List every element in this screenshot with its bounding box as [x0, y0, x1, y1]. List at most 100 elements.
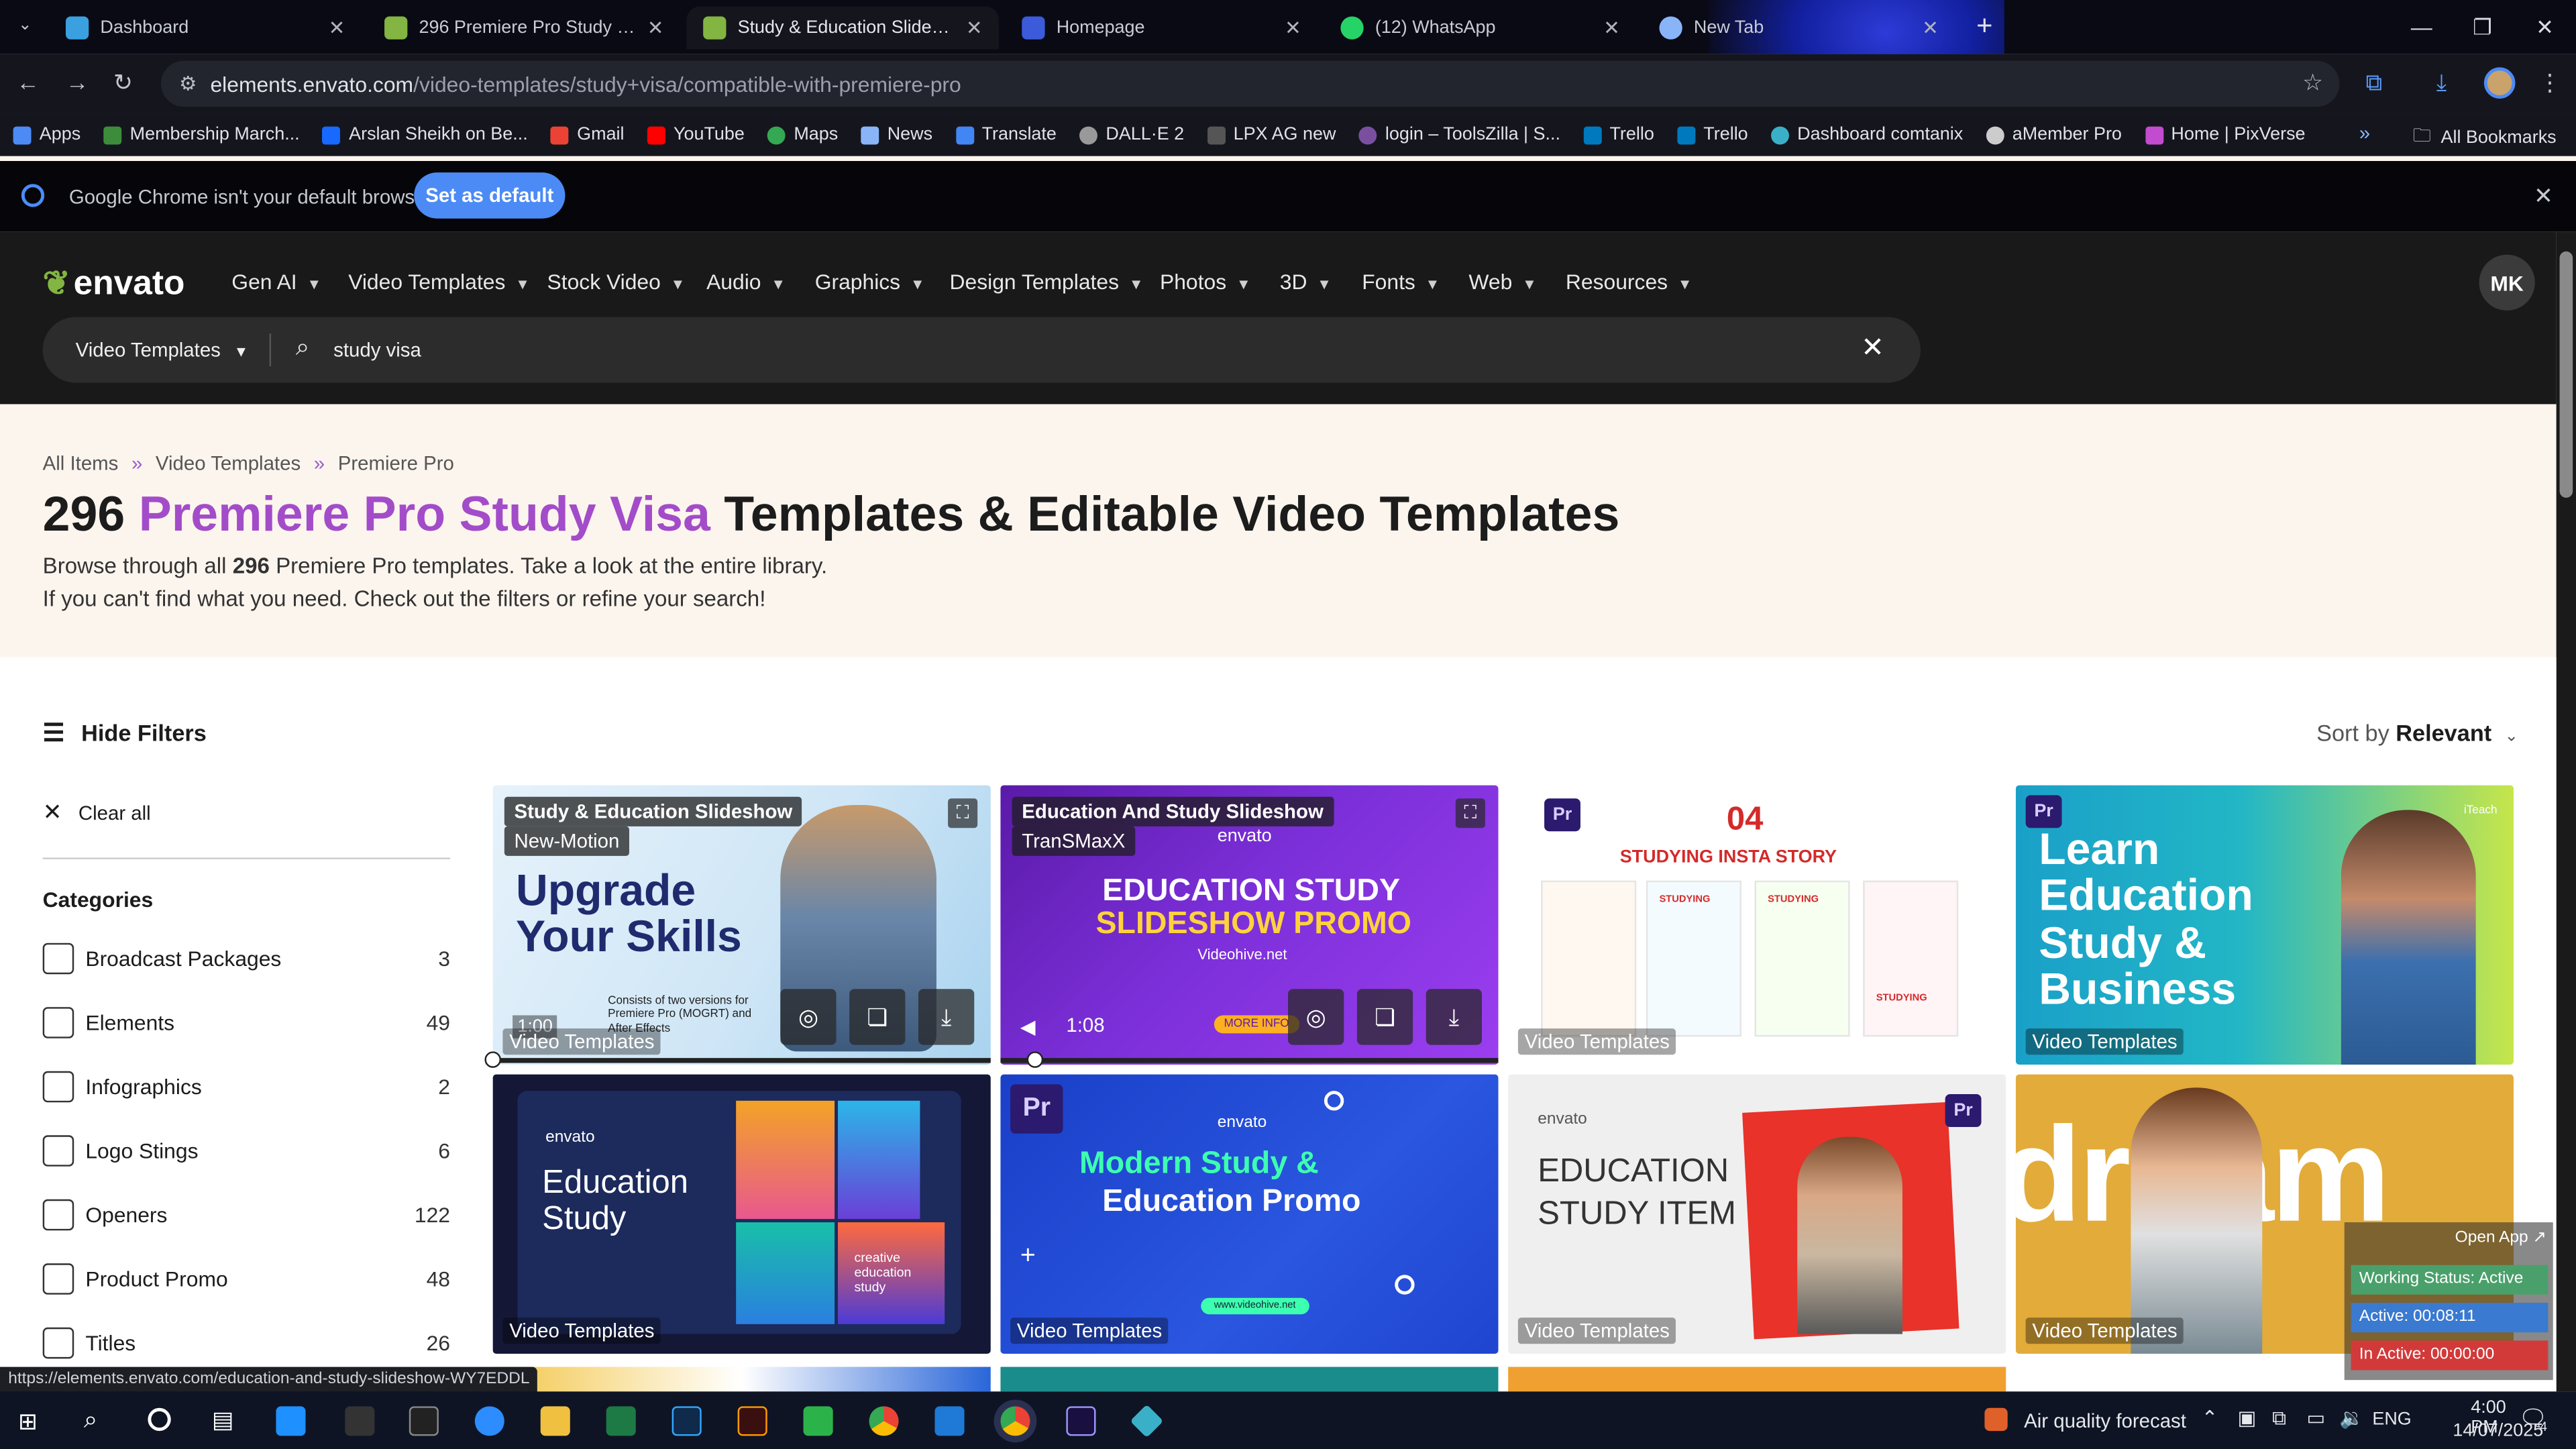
add-to-collection-icon[interactable]: ◎ [780, 989, 837, 1045]
restore-icon[interactable]: ❐ [2451, 0, 2514, 54]
volume-icon[interactable]: 🔉 [2339, 1406, 2364, 1429]
template-card-modern-study-education-promo[interactable]: Pr envato Modern Study & Education Promo… [1000, 1074, 1499, 1354]
clear-all-button[interactable]: ✕ Clear all [43, 798, 151, 826]
photoshop-icon[interactable] [672, 1406, 702, 1436]
menu-audio[interactable]: Audio ▼ [706, 270, 786, 294]
category-titles[interactable]: Titles 26 [42, 1327, 450, 1360]
category-infographics[interactable]: Infographics 2 [42, 1071, 450, 1104]
checkbox[interactable] [42, 1199, 74, 1231]
bookmark-icon[interactable]: ❏ [849, 989, 906, 1045]
template-card-education-study[interactable]: envato Education Study creative educatio… [492, 1074, 991, 1354]
search-category-select[interactable]: Video Templates ▼ [76, 338, 249, 361]
file-explorer-icon[interactable] [540, 1406, 570, 1436]
template-card-education-study-slideshow[interactable]: Education And Study Slideshow TranSMaxX … [1000, 785, 1499, 1065]
menu-gen-ai[interactable]: Gen AI ▼ [231, 270, 321, 294]
video-progress-bar[interactable] [1000, 1051, 1499, 1068]
checkbox[interactable] [42, 1071, 74, 1103]
menu-fonts[interactable]: Fonts ▼ [1362, 270, 1440, 294]
chrome-active-icon[interactable] [1000, 1406, 1030, 1436]
menu-graphics[interactable]: Graphics ▼ [815, 270, 925, 294]
bookmark-trello-1[interactable]: Trello [1583, 125, 1654, 145]
breadcrumb-video-templates[interactable]: Video Templates [156, 451, 301, 474]
scrollbar-thumb[interactable] [2559, 251, 2573, 498]
illustrator-icon[interactable] [737, 1406, 767, 1436]
bookmark-arslan[interactable]: Arslan Sheikh on Be... [322, 125, 528, 145]
category-logo-stings[interactable]: Logo Stings 6 [42, 1135, 450, 1168]
checkbox[interactable] [42, 1263, 74, 1295]
bookmark-dalle[interactable]: DALL·E 2 [1079, 125, 1184, 145]
menu-stock-video[interactable]: Stock Video ▼ [547, 270, 686, 294]
tab-whatsapp[interactable]: (12) WhatsApp ✕ [1324, 7, 1636, 50]
fullscreen-icon[interactable]: ⛶ [948, 798, 978, 828]
hide-filters-button[interactable]: ☰ Hide Filters [43, 718, 207, 748]
menu-photos[interactable]: Photos ▼ [1160, 270, 1251, 294]
app-diamond-icon[interactable] [1130, 1404, 1164, 1438]
menu-web[interactable]: Web ▼ [1468, 270, 1536, 294]
checkbox[interactable] [42, 1135, 74, 1167]
fullscreen-icon[interactable]: ⛶ [1455, 798, 1485, 828]
close-tab-icon[interactable]: ✕ [1603, 16, 1620, 39]
progress-knob[interactable] [484, 1051, 501, 1068]
profile-avatar[interactable] [2483, 67, 2516, 99]
category-openers[interactable]: Openers 122 [42, 1199, 450, 1232]
open-app-link[interactable]: Open App ↗ [2455, 1229, 2546, 1247]
bookmark-icon[interactable]: ❏ [1356, 989, 1413, 1045]
bookmark-translate[interactable]: Translate [955, 125, 1057, 145]
checkbox[interactable] [42, 943, 74, 975]
windows-start-icon[interactable]: ⊞ [18, 1408, 38, 1436]
bookmark-amember[interactable]: aMember Pro [1986, 125, 2122, 145]
progress-knob[interactable] [1026, 1051, 1044, 1068]
bookmark-membership[interactable]: Membership March... [103, 125, 300, 145]
checkbox[interactable] [42, 1327, 74, 1359]
bookmark-comtanix[interactable]: Dashboard comtanix [1770, 125, 1963, 145]
template-card-studying-insta-story[interactable]: Pr 04 STUDYING INSTA STORY STUDYING STUD… [1508, 785, 2006, 1065]
search-input[interactable]: study visa [333, 338, 421, 361]
template-card-peek[interactable] [492, 1366, 991, 1392]
bookmark-toolszilla[interactable]: login – ToolsZilla | S... [1358, 125, 1560, 145]
template-card-study-education-slideshow[interactable]: Study & Education Slideshow New-Motion ⛶… [492, 785, 991, 1065]
close-tab-icon[interactable]: ✕ [966, 16, 983, 39]
premiere-icon[interactable] [1066, 1406, 1096, 1436]
breadcrumb-premiere-pro[interactable]: Premiere Pro [338, 451, 454, 474]
chevron-up-icon[interactable]: ⌃ [2202, 1406, 2218, 1429]
bookmark-gmail[interactable]: Gmail [550, 125, 625, 145]
template-card-peek[interactable] [1508, 1366, 2006, 1392]
checkbox[interactable] [42, 1007, 74, 1038]
bookmark-trello-2[interactable]: Trello [1677, 125, 1748, 145]
close-infobar-icon[interactable]: ✕ [2534, 182, 2553, 211]
new-tab-icon[interactable]: + [1976, 10, 1992, 43]
zoom-icon[interactable] [474, 1406, 504, 1436]
minimize-icon[interactable]: — [2390, 0, 2453, 54]
bookmark-star-icon[interactable]: ☆ [2302, 69, 2323, 97]
more-bookmarks-icon[interactable]: » [2359, 121, 2370, 144]
network-icon[interactable]: ⧉ [2272, 1406, 2286, 1431]
menu-3d[interactable]: 3D ▼ [1280, 270, 1332, 294]
tab-homepage[interactable]: Homepage ✕ [1006, 7, 1318, 50]
close-tab-icon[interactable]: ✕ [329, 16, 345, 39]
category-broadcast-packages[interactable]: Broadcast Packages 3 [42, 943, 450, 976]
bookmark-lpx[interactable]: LPX AG new [1207, 125, 1336, 145]
clear-search-icon[interactable]: ✕ [1861, 332, 1884, 365]
menu-design-templates[interactable]: Design Templates ▼ [950, 270, 1144, 294]
display-icon[interactable]: ▭ [2306, 1406, 2325, 1429]
template-card-peek[interactable] [1000, 1366, 1499, 1392]
bookmark-pixverse[interactable]: Home | PixVerse [2145, 125, 2306, 145]
download-icon[interactable]: ⤓ [1426, 989, 1482, 1045]
template-card-education-study-item[interactable]: envato EDUCATION STUDY ITEM Pr Video Tem… [1508, 1074, 2006, 1354]
bookmark-apps[interactable]: Apps [13, 125, 81, 145]
tab-study-education-slideshow[interactable]: Study & Education Slideshow, V ✕ [686, 6, 999, 50]
set-default-button[interactable]: Set as default [414, 172, 566, 219]
terminal-icon[interactable] [409, 1406, 439, 1436]
template-card-peek[interactable] [2015, 1366, 2345, 1392]
task-view-icon[interactable]: ▤ [212, 1406, 233, 1434]
forward-icon[interactable]: → [66, 69, 89, 95]
downloads-icon[interactable]: ⤓ [2436, 69, 2447, 97]
pen-icon[interactable] [345, 1406, 375, 1436]
chrome-icon[interactable] [869, 1406, 899, 1436]
template-card-learn-education-study[interactable]: Pr iTeach Learn Education Study & Busine… [2015, 785, 2514, 1065]
close-window-icon[interactable]: ✕ [2514, 0, 2576, 54]
category-elements[interactable]: Elements 49 [42, 1007, 450, 1040]
menu-resources[interactable]: Resources ▼ [1566, 270, 1693, 294]
site-info-icon[interactable]: ⚙ [179, 72, 197, 95]
category-product-promo[interactable]: Product Promo 48 [42, 1263, 450, 1296]
